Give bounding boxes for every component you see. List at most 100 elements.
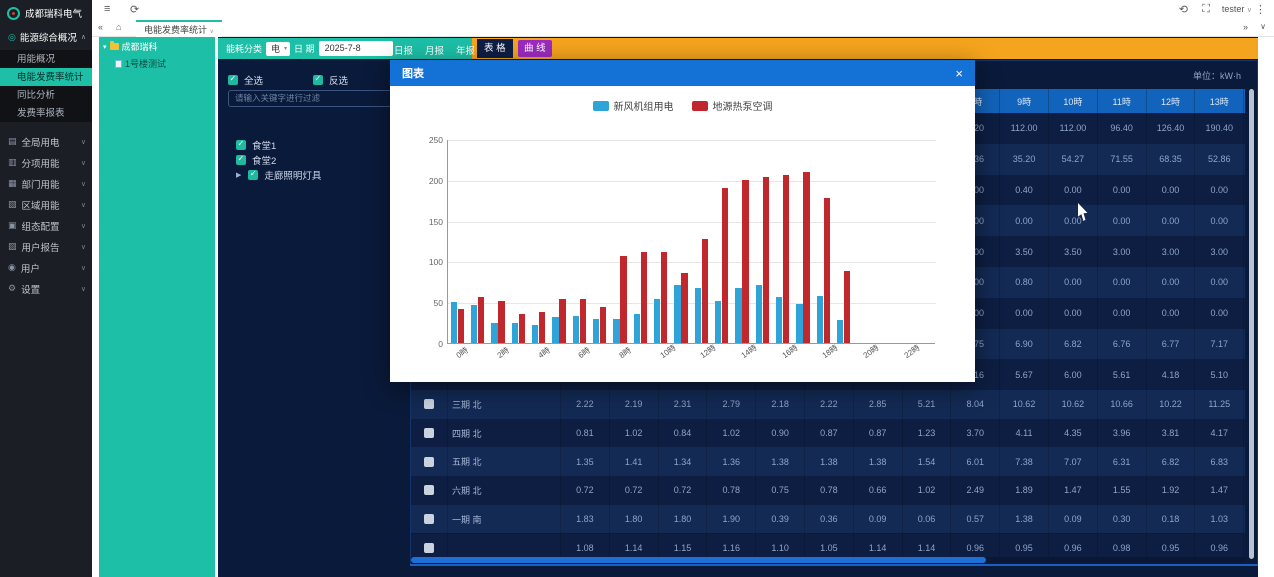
chevrons-right-icon[interactable]: » (1243, 22, 1248, 32)
checkbox-checked-icon[interactable] (313, 75, 323, 85)
fullscreen-icon[interactable]: ⛶ (1202, 3, 1210, 16)
tree-expand-icon[interactable]: ▾ (103, 43, 107, 51)
table-row-12[interactable]: 六期 北0.720.720.720.780.750.780.661.022.49… (411, 476, 1245, 505)
cell-h9: 0.80 (1000, 267, 1049, 298)
report-tab-1[interactable]: 月报 (425, 43, 444, 57)
sidebar-group-3[interactable]: ▧区域用能∨ (0, 194, 92, 215)
bar-新风机组用电-h16 (776, 297, 783, 344)
home-icon[interactable]: ⌂ (116, 22, 121, 32)
x-tick-14時: 14時 (739, 342, 759, 361)
y-tick-100: 100 (417, 257, 443, 267)
sidebar-group-1[interactable]: ▥分项用能∨ (0, 152, 92, 173)
tree-filter-input[interactable]: 请输入关键字进行过滤 (228, 90, 392, 107)
report-tab-2[interactable]: 年报 (456, 43, 475, 57)
cell-h2: 0.72 (659, 476, 708, 505)
filter-item-2[interactable]: ▶走廊照明灯具 (236, 168, 321, 182)
tree-node-child[interactable]: 1号楼测试 (99, 54, 215, 71)
select-all-checkbox-row[interactable]: 全选 (228, 73, 313, 87)
sidebar-group-4[interactable]: ▣组态配置∨ (0, 215, 92, 236)
chevron-down-icon[interactable]: ∨ (1260, 22, 1266, 31)
region-icon: ▧ (8, 199, 17, 210)
bar-新风机组用电-h5 (552, 317, 559, 343)
sidebar-group-5[interactable]: ▨用户报告∨ (0, 236, 92, 257)
dialog-header[interactable]: 图表 × (390, 60, 975, 86)
cell-h9: 112.00 (1000, 113, 1049, 144)
row-checkbox-icon[interactable] (424, 399, 434, 409)
page-scroll-area[interactable] (1258, 37, 1274, 577)
cell-h11: 0.30 (1098, 505, 1147, 534)
user-menu[interactable]: tester ∨ (1222, 4, 1252, 14)
invert-select-checkbox-row[interactable]: 反选 (313, 73, 398, 87)
row-label: 一期 南 (448, 505, 561, 534)
cell-h11: 96.40 (1098, 113, 1147, 144)
date-input[interactable]: 2025-7-8 (319, 41, 393, 56)
kebab-menu-icon[interactable]: ⋮ (1255, 3, 1266, 16)
sidebar-group-6[interactable]: ◉用户∨ (0, 257, 92, 278)
table-view-button[interactable]: 表 格 (477, 39, 513, 58)
sidebar-subitem-2[interactable]: 同比分析 (0, 86, 92, 104)
header-hour-13: 13時 (1195, 89, 1244, 113)
cell-h1: 1.41 (610, 447, 659, 476)
vertical-scrollbar[interactable] (1249, 89, 1254, 559)
table-row-13[interactable]: 一期 南1.831.801.801.900.390.360.090.060.57… (411, 505, 1245, 534)
row-checkbox-icon[interactable] (424, 457, 434, 467)
legend-item-0[interactable]: 新风机组用电 (593, 98, 674, 113)
report-tab-0[interactable]: 日报 (394, 43, 413, 57)
refresh-icon[interactable]: ⟳ (130, 3, 139, 16)
cell-h1: 1.80 (610, 505, 659, 534)
bar-新风机组用电-h3 (512, 323, 519, 343)
filter-item-1[interactable]: 食堂2 (236, 153, 276, 167)
cell-h6: 0.66 (854, 476, 903, 505)
tab-active[interactable]: 电能发费率统计 ∨ (136, 20, 222, 37)
table-row-11[interactable]: 五期 北1.351.411.341.361.381.381.381.546.01… (411, 447, 1245, 476)
cell-h11: 1.55 (1098, 476, 1147, 505)
checkbox-checked-icon[interactable] (236, 155, 246, 165)
sidebar-group-7[interactable]: ⚙设置∨ (0, 278, 92, 299)
category-label: 能耗分类 (226, 42, 262, 55)
table-row-9[interactable]: 三期 北2.222.192.312.792.182.222.855.218.04… (411, 390, 1245, 419)
sidebar-subitem-1[interactable]: 电能发费率统计 (0, 68, 92, 86)
cell-h8: 2.49 (951, 476, 1000, 505)
cell-h2: 1.34 (659, 447, 708, 476)
sidebar-subitem-3[interactable]: 发费率报表 (0, 104, 92, 122)
cell-h9: 0.00 (1000, 298, 1049, 329)
app-window: 成都瑞科电气 ◎ 能源综合概况 ∧ 用能概况电能发费率统计同比分析发费率报表 ▤… (0, 0, 1274, 577)
bar-地源热泵空调-h14 (742, 180, 749, 343)
row-checkbox-cell (411, 505, 448, 534)
row-checkbox-icon[interactable] (424, 543, 434, 553)
curve-view-button[interactable]: 曲 线 (518, 40, 552, 57)
cell-h5: 0.36 (805, 505, 854, 534)
cell-h3: 1.36 (707, 447, 756, 476)
row-checkbox-icon[interactable] (424, 428, 434, 438)
filter-item-0[interactable]: 食堂1 (236, 138, 276, 152)
cell-h11: 10.66 (1098, 390, 1147, 419)
cell-h10: 54.27 (1049, 144, 1098, 175)
sidebar-subitem-0[interactable]: 用能概况 (0, 50, 92, 68)
bar-新风机组用电-h7 (593, 319, 600, 343)
table-row-10[interactable]: 四期 北0.811.020.841.020.900.870.871.233.70… (411, 419, 1245, 448)
category-select[interactable]: 电 ▾ (266, 42, 290, 56)
sidebar-group-energy-overview[interactable]: ◎ 能源综合概况 ∧ (0, 24, 92, 50)
row-checkbox-cell (411, 390, 448, 419)
row-checkbox-icon[interactable] (424, 485, 434, 495)
checkbox-checked-icon[interactable] (236, 140, 246, 150)
cell-h11: 0.00 (1098, 298, 1147, 329)
sidebar-group-0[interactable]: ▤全局用电∨ (0, 131, 92, 152)
sidebar-group-2[interactable]: ▦部门用能∨ (0, 173, 92, 194)
hamburger-icon[interactable]: ≡ (104, 3, 110, 15)
bar-地源热泵空调-h19 (844, 271, 851, 343)
x-tick-2時: 2時 (495, 345, 512, 361)
close-icon[interactable]: × (955, 67, 963, 80)
legend-item-1[interactable]: 地源热泵空调 (692, 98, 773, 113)
checkbox-checked-icon[interactable] (228, 75, 238, 85)
caret-right-icon[interactable]: ▶ (236, 171, 241, 179)
chevrons-left-icon[interactable]: « (98, 22, 103, 32)
bar-地源热泵空调-h13 (722, 188, 729, 343)
cell-h13: 7.17 (1195, 329, 1244, 360)
reset-icon[interactable]: ⟲ (1179, 3, 1188, 16)
tree-node-root[interactable]: ▾ 成都瑞科 (99, 37, 215, 54)
checkbox-checked-icon[interactable] (248, 170, 258, 180)
filter-panel: 全选 反选 请输入关键字进行过滤 食堂1食堂2▶走廊照明灯具 (218, 59, 410, 577)
horizontal-scrollbar[interactable] (411, 557, 986, 563)
row-checkbox-icon[interactable] (424, 514, 434, 524)
